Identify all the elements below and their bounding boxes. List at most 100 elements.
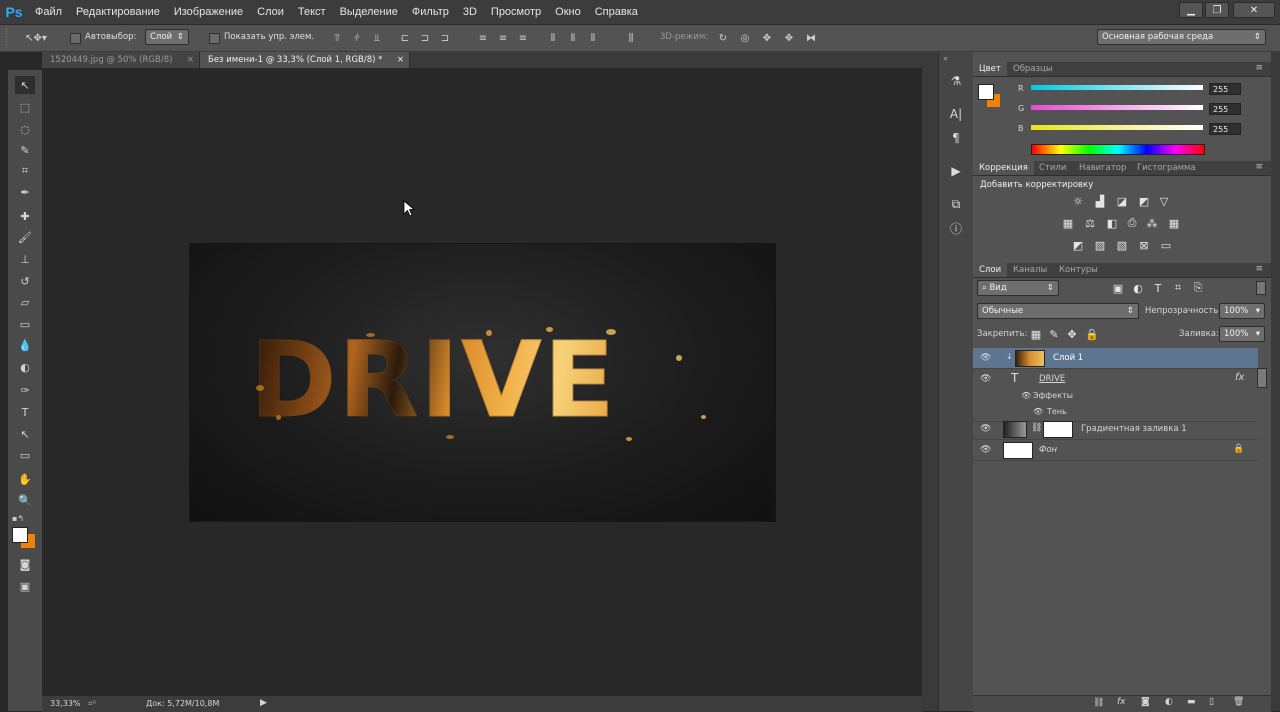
tab-histogram[interactable]: Гистограмма xyxy=(1131,161,1202,175)
lock-transparent-icon[interactable]: ▦ xyxy=(1029,328,1043,341)
stamp-icon[interactable]: ⊥ xyxy=(15,250,35,268)
tab-channels[interactable]: Каналы xyxy=(1007,263,1053,277)
channel-b-slider[interactable] xyxy=(1031,125,1203,130)
dodge-icon[interactable]: ◐ xyxy=(15,358,35,376)
fill-input[interactable]: 100% ▾ xyxy=(1219,326,1265,342)
distribute-bottom-icon[interactable]: ≡ xyxy=(516,32,530,44)
visibility-eye-icon[interactable]: 👁 xyxy=(980,374,992,384)
quick-mask-icon[interactable]: ◙ xyxy=(15,555,35,573)
bw-icon[interactable]: ◧ xyxy=(1105,217,1119,230)
tab-color[interactable]: Цвет xyxy=(973,62,1007,76)
vibrance-icon[interactable]: ▽ xyxy=(1157,195,1171,208)
layer-row-gradient-fill[interactable]: 👁 ⛓ Градиентная заливка 1 xyxy=(973,419,1258,440)
tab-document-1[interactable]: 1520449.jpg @ 50% (RGB/8) × xyxy=(42,52,200,68)
tab-styles[interactable]: Стили xyxy=(1033,161,1072,175)
pen-icon[interactable]: ✑ xyxy=(15,381,35,399)
drag-3d-icon[interactable]: ✥ xyxy=(760,32,774,44)
rotate-3d-icon[interactable]: ↻ xyxy=(716,32,730,44)
menu-window[interactable]: Окно xyxy=(548,0,588,24)
color-balance-icon[interactable]: ⚖ xyxy=(1083,217,1097,230)
eyedropper-icon[interactable]: ✒ xyxy=(15,183,35,201)
zoom-icon[interactable]: 🔍 xyxy=(15,491,35,509)
menu-help[interactable]: Справка xyxy=(588,0,645,24)
layer-row-drive[interactable]: 👁 T DRIVE fx xyxy=(973,369,1258,389)
foreground-color-swatch[interactable] xyxy=(12,527,28,543)
panel-menu-icon[interactable]: ≡ xyxy=(1255,162,1263,172)
color-lookup-icon[interactable]: ▦ xyxy=(1167,217,1181,230)
type-icon[interactable]: T xyxy=(15,403,35,421)
marquee-icon[interactable]: ⬚ xyxy=(15,98,35,116)
status-menu-arrow-icon[interactable]: ▶ xyxy=(260,698,267,708)
eraser-icon[interactable]: ▱ xyxy=(15,293,35,311)
path-select-icon[interactable]: ↖ xyxy=(15,425,35,443)
channel-b-value[interactable]: 255 xyxy=(1209,123,1241,135)
slide-3d-icon[interactable]: ✥ xyxy=(782,32,796,44)
scale-3d-icon[interactable]: ⧓ xyxy=(804,32,818,44)
brush-icon[interactable]: 🖌 xyxy=(15,228,35,246)
filter-pixel-icon[interactable]: ▣ xyxy=(1111,282,1125,295)
layer-name[interactable]: DRIVE xyxy=(1039,374,1065,384)
tab-adjustments[interactable]: Коррекция xyxy=(973,161,1034,175)
channel-r-slider[interactable] xyxy=(1031,85,1203,90)
menu-edit[interactable]: Редактирование xyxy=(69,0,167,24)
move-tool-preset-icon[interactable]: ↖✥▾ xyxy=(25,32,47,44)
menu-view[interactable]: Просмотр xyxy=(484,0,548,24)
paragraph-icon[interactable]: ¶ xyxy=(947,129,965,147)
visibility-eye-icon[interactable]: 👁 xyxy=(1033,407,1043,416)
right-scrollbar[interactable] xyxy=(1271,52,1280,711)
effects-row[interactable]: 👁 Эффекты xyxy=(973,389,1258,405)
distribute-right-icon[interactable]: ⦀ xyxy=(586,32,600,44)
align-left-icon[interactable]: ⊏ xyxy=(398,32,412,44)
close-tab-icon[interactable]: × xyxy=(187,52,194,68)
menu-3d[interactable]: 3D xyxy=(456,0,484,24)
delete-layer-icon[interactable]: 🗑 xyxy=(1233,697,1244,707)
history-brush-icon[interactable]: ↺ xyxy=(15,272,35,290)
filter-adjustment-icon[interactable]: ◐ xyxy=(1131,282,1145,295)
crop-icon[interactable]: ⌗ xyxy=(15,162,35,180)
add-style-icon[interactable]: fx xyxy=(1117,697,1126,707)
curves-icon[interactable]: ◪ xyxy=(1115,195,1129,208)
layer-name[interactable]: Градиентная заливка 1 xyxy=(1081,424,1187,434)
lasso-icon[interactable]: ◌ xyxy=(15,120,35,138)
zoom-level[interactable]: 33,33% xyxy=(50,699,81,708)
brush-preset-icon[interactable]: ⚗ xyxy=(947,72,965,90)
tab-navigator[interactable]: Навигатор xyxy=(1073,161,1132,175)
align-top-icon[interactable]: ⫪ xyxy=(330,32,344,44)
menu-filter[interactable]: Фильтр xyxy=(405,0,456,24)
layer-name[interactable]: Фон xyxy=(1039,445,1057,455)
default-colors-icon[interactable]: ▪↰ xyxy=(12,514,24,523)
channel-g-slider[interactable] xyxy=(1031,105,1203,110)
visibility-eye-icon[interactable]: 👁 xyxy=(980,424,992,434)
panel-foreground-swatch[interactable] xyxy=(978,84,994,100)
align-bottom-icon[interactable]: ⫫ xyxy=(370,32,384,44)
visibility-eye-icon[interactable]: 👁 xyxy=(980,445,992,455)
new-adjustment-icon[interactable]: ◐ xyxy=(1165,697,1173,707)
close-icon[interactable]: ✕ xyxy=(1233,2,1275,18)
actions-play-icon[interactable]: ▶ xyxy=(947,162,965,180)
align-right-icon[interactable]: ⊐ xyxy=(438,32,452,44)
layer-filter-dropdown[interactable]: ⌕ Вид ⇕ xyxy=(977,280,1059,296)
layer-row-layer1[interactable]: 👁 ↓ Слой 1 xyxy=(973,348,1258,369)
hand-icon[interactable]: ✋ xyxy=(15,470,35,488)
workspace-dropdown[interactable]: Основная рабочая среда ⇕ xyxy=(1097,29,1266,45)
auto-align-icon[interactable]: ⫼ xyxy=(624,32,638,44)
fx-icon[interactable]: fx xyxy=(1235,372,1244,383)
filter-smart-icon[interactable]: ⎘ xyxy=(1191,281,1205,294)
align-hcenter-icon[interactable]: ⊐ xyxy=(418,32,432,44)
invert-icon[interactable]: ◩ xyxy=(1071,239,1085,252)
blend-mode-dropdown[interactable]: Обычные ⇕ xyxy=(977,303,1139,319)
tab-layers[interactable]: Слои xyxy=(973,263,1008,277)
layer-row-background[interactable]: 👁 Фон 🔒 xyxy=(973,440,1258,461)
tab-document-2[interactable]: Без имени-1 @ 33,3% (Слой 1, RGB/8) * × xyxy=(200,52,410,68)
new-layer-icon[interactable]: ▯ xyxy=(1209,697,1214,707)
color-spectrum-bar[interactable] xyxy=(1031,144,1205,155)
auto-select-dropdown[interactable]: Слой ⇕ xyxy=(145,29,189,45)
menu-type[interactable]: Текст xyxy=(291,0,333,24)
hue-sat-icon[interactable]: ▦ xyxy=(1061,217,1075,230)
collapse-icon[interactable]: « xyxy=(943,54,948,63)
restore-icon[interactable]: ❐ xyxy=(1205,2,1229,18)
align-vcenter-icon[interactable]: ⫩ xyxy=(350,32,364,44)
show-transform-checkbox[interactable] xyxy=(209,33,220,44)
filter-shape-icon[interactable]: ⌗ xyxy=(1171,281,1185,294)
brightness-icon[interactable]: ☼ xyxy=(1071,195,1085,208)
